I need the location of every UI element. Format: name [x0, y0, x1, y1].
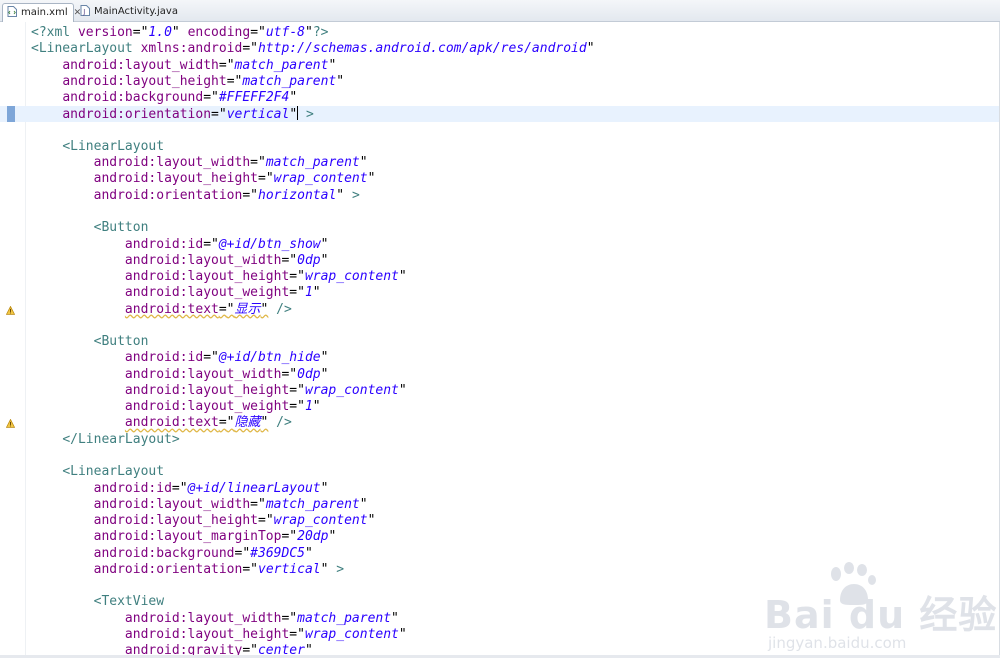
code-line-text: android:layout_width="match_parent" — [93, 496, 368, 512]
code-line[interactable]: <Button — [0, 334, 1000, 350]
editor-tab-bar: main.xml ✕ J MainActivity.java — [0, 0, 1000, 22]
code-line-text: <?xml version="1.0" encoding="utf-8"?> — [31, 25, 329, 40]
code-line[interactable]: android:orientation="horizontal" > — [0, 188, 1000, 204]
watermark-brand: Bai du 经验 — [764, 593, 998, 637]
code-line-text: android:layout_height="wrap_content" — [93, 171, 376, 187]
code-line[interactable] — [0, 448, 1000, 464]
code-line[interactable]: android:layout_width="0dp" — [0, 367, 1000, 383]
code-line[interactable]: android:layout_height="wrap_content" — [0, 513, 1000, 529]
code-line-text: android:layout_marginTop="20dp" — [93, 529, 337, 545]
code-line[interactable]: android:layout_weight="1" — [0, 399, 1000, 415]
code-line[interactable]: <Button — [0, 220, 1000, 236]
code-line-text: android:id="@+id/btn_show" — [124, 236, 329, 252]
code-line-text: android:layout_width="match_parent" — [124, 610, 399, 626]
warning-icon[interactable] — [6, 305, 15, 315]
tab-mainactivity-java[interactable]: J MainActivity.java — [76, 3, 178, 22]
code-line-text: android:orientation="vertical" > — [93, 561, 345, 577]
code-line[interactable]: <LinearLayout xmlns:android="http://sche… — [0, 41, 1000, 57]
code-line[interactable]: android:layout_height="match_parent" — [0, 74, 1000, 90]
code-line-text: <TextView — [93, 594, 165, 610]
code-line[interactable]: android:orientation="vertical" > — [0, 106, 1000, 123]
code-line-text: <Button — [93, 334, 149, 350]
code-line-text: android:layout_weight="1" — [124, 399, 321, 415]
watermark-url: jingyan.baidu.com — [768, 634, 907, 652]
code-line[interactable]: <LinearLayout — [0, 464, 1000, 480]
code-line[interactable]: android:text="显示" /> — [0, 302, 1000, 318]
warning-icon[interactable] — [6, 419, 15, 429]
code-line-text: android:text="隐藏" /> — [124, 415, 292, 431]
code-line[interactable]: android:id="@+id/linearLayout" — [0, 481, 1000, 497]
code-line-text: android:layout_height="wrap_content" — [124, 626, 407, 642]
code-line-text: android:layout_width="0dp" — [124, 366, 329, 382]
code-line-text: android:layout_height="wrap_content" — [124, 269, 407, 285]
code-line-text: </LinearLayout> — [62, 431, 180, 447]
code-line-text: android:layout_width="0dp" — [124, 252, 329, 268]
java-file-icon: J — [80, 5, 90, 16]
code-line[interactable]: android:layout_height="wrap_content" — [0, 171, 1000, 187]
code-line-text: android:layout_weight="1" — [124, 285, 321, 301]
code-line[interactable]: android:id="@+id/btn_show" — [0, 237, 1000, 253]
code-line-text: android:text="显示" /> — [124, 301, 292, 317]
code-line[interactable] — [0, 123, 1000, 139]
code-line-text: android:background="#369DC5" — [93, 545, 313, 561]
code-line[interactable]: </LinearLayout> — [0, 432, 1000, 448]
tab-label: MainActivity.java — [94, 6, 178, 17]
code-line[interactable]: android:background="#FFEFF2F4" — [0, 90, 1000, 106]
code-line[interactable]: <?xml version="1.0" encoding="utf-8"?> — [0, 25, 1000, 41]
code-line[interactable]: android:layout_marginTop="20dp" — [0, 529, 1000, 545]
tab-main-xml[interactable]: main.xml ✕ — [2, 3, 81, 22]
code-line[interactable]: android:layout_width="match_parent" — [0, 155, 1000, 171]
code-line[interactable]: <LinearLayout — [0, 139, 1000, 155]
xml-file-icon — [7, 6, 17, 17]
current-line-marker — [7, 106, 15, 123]
code-line-text: android:layout_height="wrap_content" — [93, 513, 376, 529]
tab-label: main.xml — [21, 7, 68, 18]
code-line[interactable] — [0, 204, 1000, 220]
code-line-text: android:background="#FFEFF2F4" — [62, 90, 298, 106]
svg-text:J: J — [82, 8, 85, 16]
code-line-text: android:id="@+id/linearLayout" — [93, 480, 329, 496]
code-line-text: android:layout_height="wrap_content" — [124, 382, 407, 398]
code-line-text: android:layout_width="match_parent" — [62, 57, 337, 73]
code-line[interactable]: android:text="隐藏" /> — [0, 415, 1000, 431]
code-line[interactable]: android:layout_height="wrap_content" — [0, 383, 1000, 399]
code-line[interactable]: android:background="#369DC5" — [0, 546, 1000, 562]
code-line-text: android:id="@+id/btn_hide" — [124, 350, 329, 366]
code-line[interactable]: android:layout_height="wrap_content" — [0, 269, 1000, 285]
text-caret — [297, 106, 299, 121]
code-line-text: android:layout_width="match_parent" — [93, 155, 368, 171]
code-line-text: android:layout_height="match_parent" — [62, 73, 345, 89]
code-line-text: <LinearLayout xmlns:android="http://sche… — [31, 41, 595, 57]
code-line[interactable]: android:layout_width="0dp" — [0, 253, 1000, 269]
code-line[interactable] — [0, 318, 1000, 334]
code-line-text: <LinearLayout — [62, 464, 165, 480]
code-editor[interactable]: <?xml version="1.0" encoding="utf-8"?> <L… — [0, 22, 1000, 658]
code-line[interactable]: android:layout_width="match_parent" — [0, 497, 1000, 513]
code-line-text: <LinearLayout — [62, 138, 165, 154]
baidu-jingyan-watermark: Bai du 经验 jingyan.baidu.com — [764, 562, 996, 662]
code-line[interactable]: android:id="@+id/btn_hide" — [0, 350, 1000, 366]
code-line[interactable]: android:layout_weight="1" — [0, 285, 1000, 301]
code-line-text: android:orientation="vertical" > — [62, 106, 314, 123]
code-line-text: android:orientation="horizontal" > — [93, 187, 360, 203]
code-line-text: <Button — [93, 220, 149, 236]
code-line[interactable]: android:layout_width="match_parent" — [0, 58, 1000, 74]
